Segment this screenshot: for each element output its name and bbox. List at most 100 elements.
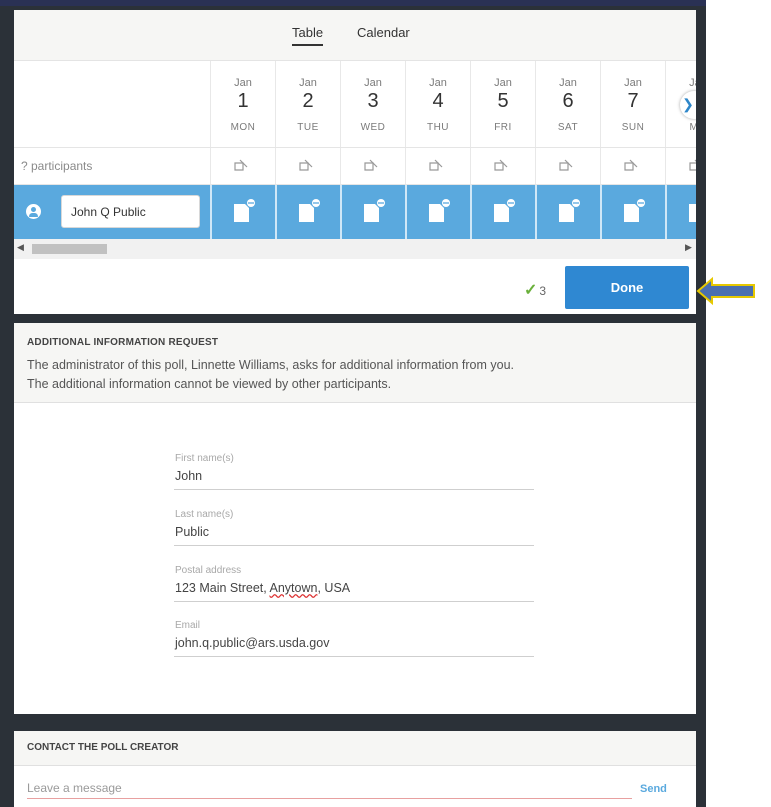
date-month: Jan	[429, 77, 447, 89]
info-title: ADDITIONAL INFORMATION REQUEST	[27, 337, 219, 348]
tally-cell	[665, 148, 696, 184]
date-month: Jan	[494, 77, 512, 89]
date-weekday: THU	[426, 122, 450, 133]
tally-cell	[340, 148, 405, 184]
vote-cell[interactable]	[470, 185, 534, 239]
tally-cell	[210, 148, 275, 184]
horizontal-scrollbar[interactable]: ◀ ▶	[14, 239, 696, 259]
vote-cell[interactable]	[600, 185, 664, 239]
info-header: ADDITIONAL INFORMATION REQUEST The admin…	[14, 323, 696, 403]
yes-count: ✓ 3	[524, 280, 546, 300]
date-day: 6	[562, 90, 574, 112]
vote-note-icon	[624, 199, 645, 222]
first-name-field[interactable]: First name(s) John	[174, 453, 534, 490]
date-month: Jan	[559, 77, 577, 89]
field-label: Last name(s)	[175, 509, 234, 520]
vote-note-icon	[364, 199, 385, 222]
poll-page-frame: Table Calendar Jan 1 MON Jan 2 TUE Jan 3…	[0, 0, 706, 807]
vote-note-icon	[494, 199, 515, 222]
email-field[interactable]: Email john.q.public@ars.usda.gov	[174, 620, 534, 657]
date-month: Jan	[299, 77, 317, 89]
date-month: Jan	[689, 77, 696, 89]
scroll-left-arrow-icon[interactable]: ◀	[17, 242, 24, 253]
frame-top-bar	[0, 0, 706, 6]
info-text: The administrator of this poll, Linnette…	[27, 358, 515, 372]
muted-vote-icon	[559, 159, 573, 171]
muted-vote-icon	[364, 159, 378, 171]
chevron-right-icon: ❯	[682, 96, 694, 112]
message-input[interactable]	[27, 777, 632, 799]
date-column: Jan 2 TUE	[275, 61, 340, 147]
user-icon	[26, 204, 41, 219]
tally-cell	[535, 148, 600, 184]
vote-note-icon	[234, 199, 255, 222]
scroll-right-arrow-icon[interactable]: ▶	[685, 242, 692, 253]
date-day: 3	[367, 90, 379, 112]
postal-address-field[interactable]: Postal address 123 Main Street, Anytown,…	[174, 565, 534, 602]
muted-vote-icon	[234, 159, 248, 171]
date-day: 5	[497, 90, 509, 112]
muted-vote-icon	[299, 159, 313, 171]
tab-table[interactable]: Table	[292, 25, 324, 46]
tab-calendar[interactable]: Calendar	[357, 25, 410, 44]
muted-vote-icon	[429, 159, 443, 171]
scroll-thumb[interactable]	[32, 244, 107, 254]
date-month: Jan	[364, 77, 382, 89]
date-month: Jan	[234, 77, 252, 89]
field-value[interactable]: Public	[175, 525, 209, 539]
contact-card: CONTACT THE POLL CREATOR Send	[14, 731, 696, 807]
vote-cell[interactable]	[340, 185, 404, 239]
view-tabs: Table Calendar	[14, 10, 696, 61]
field-label: First name(s)	[175, 453, 234, 464]
field-value[interactable]: john.q.public@ars.usda.gov	[175, 636, 329, 650]
date-header-row: Jan 1 MON Jan 2 TUE Jan 3 WED Jan 4 THU …	[14, 61, 696, 148]
vote-cell[interactable]	[665, 185, 696, 239]
field-value[interactable]: 123 Main Street, Anytown, USA	[175, 581, 350, 595]
tally-cell	[405, 148, 470, 184]
done-button[interactable]: Done	[565, 266, 689, 309]
participant-name-input[interactable]	[61, 195, 200, 228]
date-day: 4	[432, 90, 444, 112]
field-label: Email	[175, 620, 201, 631]
vote-note-icon	[299, 199, 320, 222]
date-column: Jan 3 WED	[340, 61, 405, 147]
vote-cell[interactable]	[210, 185, 274, 239]
participant-entry-row	[14, 185, 696, 239]
contact-title: CONTACT THE POLL CREATOR	[27, 742, 179, 753]
date-column: Jan 1 MON	[210, 61, 275, 147]
date-weekday: MO	[689, 122, 696, 133]
contact-header: CONTACT THE POLL CREATOR	[14, 731, 696, 766]
vote-note-icon	[689, 204, 696, 222]
field-value[interactable]: John	[175, 469, 202, 483]
tally-cell	[470, 148, 535, 184]
date-weekday: SUN	[621, 122, 645, 133]
date-column: Jan 4 THU	[405, 61, 470, 147]
vote-cell[interactable]	[275, 185, 339, 239]
date-month: Jan	[624, 77, 642, 89]
vote-cell[interactable]	[405, 185, 469, 239]
date-day: 1	[237, 90, 249, 112]
send-button[interactable]: Send	[640, 783, 667, 795]
field-value-part: 123 Main Street,	[175, 581, 270, 595]
check-icon: ✓	[524, 282, 538, 299]
additional-info-card: ADDITIONAL INFORMATION REQUEST The admin…	[14, 323, 696, 714]
participants-count: ? participants	[21, 159, 93, 173]
vote-cell[interactable]	[535, 185, 599, 239]
last-name-field[interactable]: Last name(s) Public	[174, 509, 534, 546]
date-day: 7	[627, 90, 639, 112]
info-text: The additional information cannot be vie…	[27, 377, 392, 391]
date-column: Jan 5 FRI	[470, 61, 535, 147]
field-value-part: , USA	[317, 581, 351, 595]
muted-vote-icon	[494, 159, 508, 171]
muted-vote-icon	[689, 159, 696, 171]
date-weekday: MON	[230, 122, 256, 133]
field-label: Postal address	[175, 565, 242, 576]
muted-vote-icon	[624, 159, 638, 171]
poll-card: Table Calendar Jan 1 MON Jan 2 TUE Jan 3…	[14, 10, 696, 314]
yes-count-value: 3	[539, 284, 547, 298]
date-weekday: TUE	[297, 122, 319, 133]
date-column: Jan 7 SUN	[600, 61, 665, 147]
tally-cell	[600, 148, 665, 184]
vote-note-icon	[559, 199, 580, 222]
participants-row: ? participants	[14, 148, 696, 185]
